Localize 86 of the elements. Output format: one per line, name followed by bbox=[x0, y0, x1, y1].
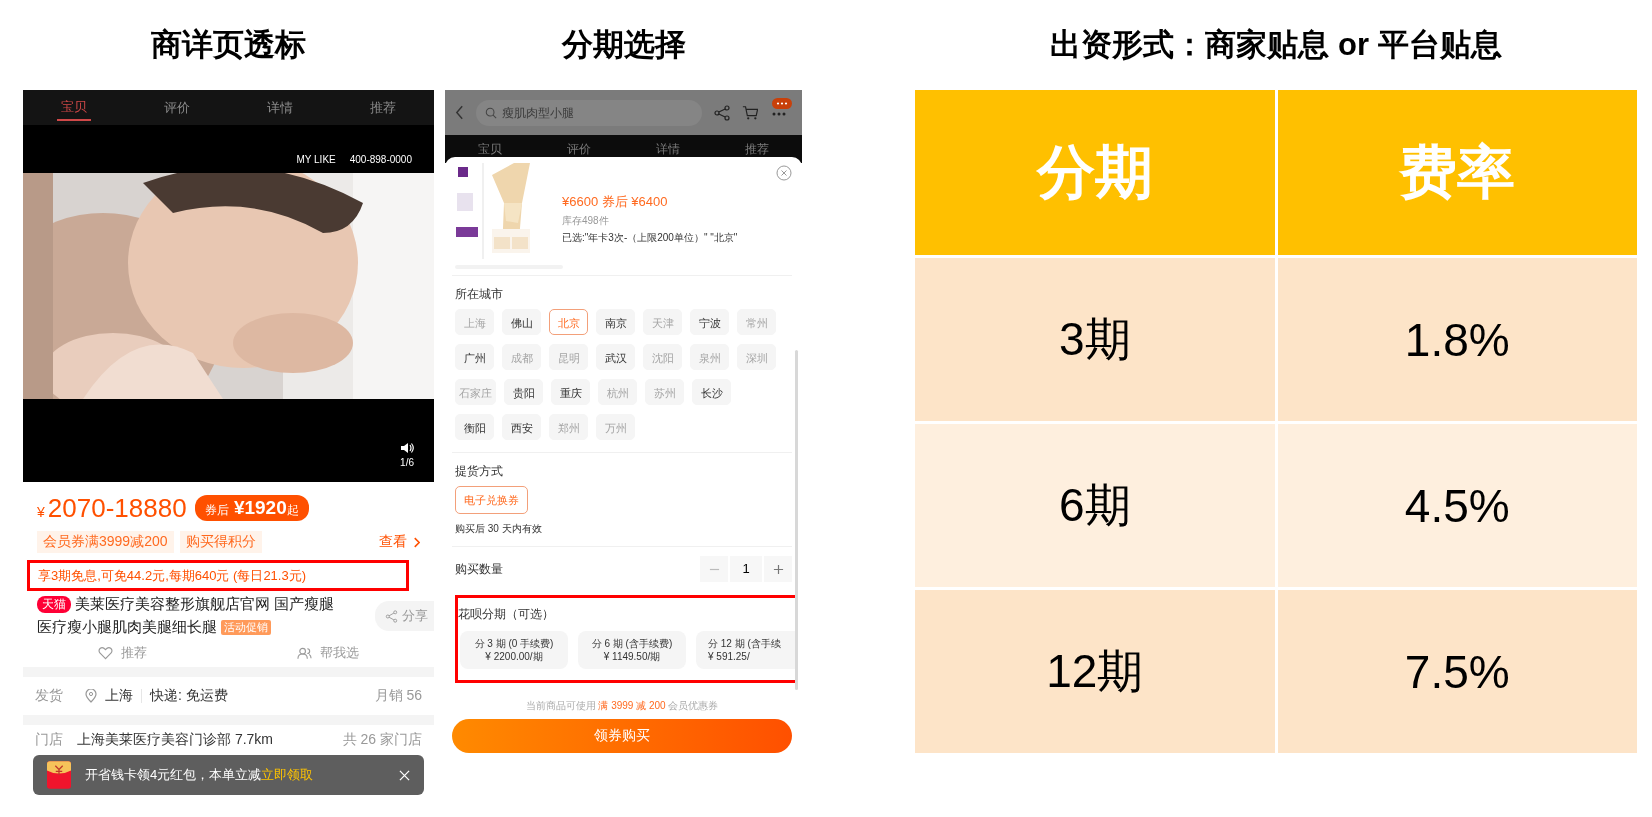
city-chip[interactable]: 广州 bbox=[455, 344, 494, 370]
chevron-right-icon bbox=[413, 536, 420, 548]
ship-location: 上海 bbox=[105, 687, 133, 705]
table-cell: 4.5% bbox=[1277, 424, 1637, 587]
search-field[interactable]: 瘦肌肉型小腿 bbox=[476, 99, 702, 126]
panel-title: 商详页透标 bbox=[150, 26, 307, 64]
pickup-chip[interactable]: 电子兑换券 bbox=[455, 486, 528, 514]
product-title: 医疗瘦小腿肌肉美腿细长腿 bbox=[37, 618, 217, 637]
store-tag: 天猫 bbox=[37, 596, 71, 613]
monthly-sales: 月销 56 bbox=[374, 687, 422, 705]
plus-icon bbox=[772, 563, 784, 575]
perk-tag: 购买得积分 bbox=[179, 531, 262, 553]
brand-logo: MY LIKE bbox=[296, 154, 336, 165]
tab-label: 详情 bbox=[656, 140, 681, 158]
price: ¥2070-18880 bbox=[37, 492, 187, 524]
city-chip[interactable]: 西安 bbox=[502, 414, 541, 440]
envelope-icon bbox=[47, 761, 71, 789]
city-chip[interactable]: 衡阳 bbox=[455, 414, 494, 440]
location-icon bbox=[85, 689, 97, 703]
search-icon bbox=[485, 106, 497, 119]
tab-label: 评价 bbox=[566, 140, 591, 158]
tab-label: 宝贝 bbox=[477, 140, 502, 158]
sound-icon[interactable] bbox=[400, 441, 414, 455]
table-cell: 7.5% bbox=[1277, 590, 1637, 753]
section-label: 提货方式 bbox=[454, 463, 504, 480]
selected-spec: 已选:"年卡3次-（上限200单位）" "北京" bbox=[562, 231, 738, 245]
city-chip[interactable]: 北京 bbox=[549, 309, 588, 335]
product-title: 美莱医疗美容整形旗舰店官网 国产瘦腿 bbox=[75, 595, 335, 614]
panel-title: 分期选择 bbox=[560, 26, 687, 64]
panel-title: 出资形式：商家贴息 or 平台贴息 bbox=[1049, 26, 1503, 64]
help-choose-button[interactable]: 帮我选 bbox=[291, 643, 365, 663]
media-counter: 1/6 bbox=[400, 457, 414, 468]
more-icon[interactable] bbox=[770, 97, 792, 118]
coupon-price-badge: 券后 ¥1920起 bbox=[194, 495, 309, 521]
header-cell: 分期 bbox=[915, 90, 1275, 255]
city-chip[interactable]: 佛山 bbox=[502, 309, 541, 335]
tab-label: 推荐 bbox=[745, 140, 770, 158]
buy-button[interactable]: 领券购买 bbox=[452, 719, 792, 753]
table-cell: 12期 bbox=[915, 590, 1275, 753]
shipping-label: 发货 bbox=[35, 687, 63, 705]
city-chip[interactable]: 武汉 bbox=[596, 344, 635, 370]
stock-count: 库存498件 bbox=[562, 214, 610, 228]
increase-button[interactable] bbox=[764, 556, 792, 582]
table-cell: 3期 bbox=[915, 258, 1275, 421]
share-icon bbox=[385, 609, 398, 623]
installment-option[interactable]: 分 3 期 (0 手续费) ¥ 2200.00/期 bbox=[460, 631, 568, 669]
city-chip[interactable]: 贵阳 bbox=[504, 379, 543, 405]
tab[interactable]: 推荐 bbox=[365, 95, 400, 120]
city-chip[interactable]: 宁波 bbox=[690, 309, 729, 335]
store-name: 上海美莱医疗美容门诊部 7.7km bbox=[77, 731, 273, 749]
city-chip[interactable]: 长沙 bbox=[692, 379, 731, 405]
share-icon[interactable] bbox=[714, 104, 730, 121]
back-icon[interactable] bbox=[455, 105, 464, 120]
section-label: 花呗分期（可选） bbox=[458, 606, 555, 623]
validity-note: 购买后 30 天内有效 bbox=[454, 522, 543, 536]
installment-option[interactable]: 分 6 期 (含手续费) ¥ 1149.50/期 bbox=[578, 631, 686, 669]
cart-icon[interactable] bbox=[742, 104, 758, 121]
table-cell: 6期 bbox=[915, 424, 1275, 587]
view-link[interactable]: 查看 bbox=[379, 533, 420, 551]
scrollbar[interactable] bbox=[795, 350, 798, 690]
table-cell: 1.8% bbox=[1277, 258, 1637, 421]
city-chip[interactable]: 重庆 bbox=[551, 379, 590, 405]
store-label: 门店 bbox=[35, 731, 63, 749]
delivery-info: 快递: 免运费 bbox=[150, 687, 228, 705]
phone-number: 400-898-0000 bbox=[349, 154, 412, 165]
toast-message: 开省钱卡领4元红包，本单立减立即领取 bbox=[85, 766, 314, 784]
sku-price: ¥6600 券后 ¥6400 bbox=[562, 193, 669, 211]
recommend-button[interactable]: 推荐 bbox=[92, 643, 153, 663]
header-cell: 费率 bbox=[1277, 90, 1637, 255]
close-icon[interactable] bbox=[776, 165, 792, 181]
installment-note: 享3期免息,可免44.2元,每期640元 (每日21.3元) bbox=[38, 568, 307, 583]
section-label: 所在城市 bbox=[454, 286, 504, 303]
tab[interactable]: 详情 bbox=[262, 95, 297, 120]
tab[interactable]: 宝贝 bbox=[57, 94, 92, 121]
quantity-value[interactable]: 1 bbox=[730, 556, 762, 582]
coupon-note: 当前商品可使用 满 3999 减 200 会员优惠券 bbox=[524, 699, 720, 713]
tab[interactable]: 评价 bbox=[160, 95, 195, 120]
installment-option[interactable]: 分 12 期 (含手续 ¥ 591.25/ bbox=[696, 631, 795, 669]
promo-tag: 活动促销 bbox=[221, 620, 271, 635]
people-icon bbox=[297, 646, 312, 660]
perk-tag: 会员券满3999减200 bbox=[37, 531, 174, 553]
heart-icon bbox=[98, 646, 113, 660]
share-button[interactable]: 分享 bbox=[375, 601, 434, 631]
section-label: 购买数量 bbox=[455, 560, 503, 578]
city-chip[interactable]: 南京 bbox=[596, 309, 635, 335]
store-count: 共 26 家门店 bbox=[342, 731, 422, 749]
